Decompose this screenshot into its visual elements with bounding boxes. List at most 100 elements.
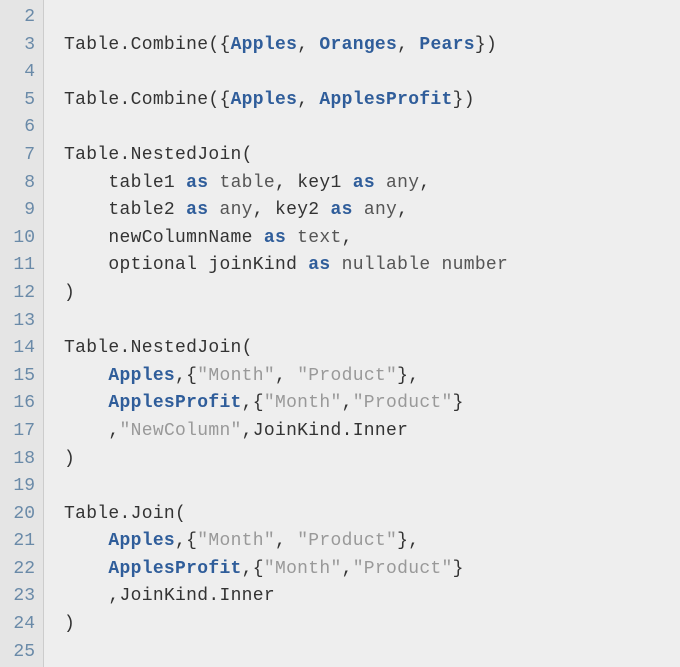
code-token: as	[353, 173, 375, 193]
code-token: .	[120, 90, 131, 110]
code-editor: 2345678910111213141516171819202122232425…	[0, 0, 680, 667]
code-token: ,	[297, 90, 319, 110]
code-token: Apples	[231, 35, 298, 55]
code-token: ,{	[175, 366, 197, 386]
code-token: as	[186, 200, 208, 220]
line-number: 6	[6, 114, 35, 142]
code-token: newColumnName	[108, 228, 263, 248]
line-number: 2	[6, 4, 35, 32]
code-line: Table.NestedJoin(	[64, 142, 668, 170]
code-token: as	[186, 173, 208, 193]
code-token: (	[175, 504, 186, 524]
code-token: })	[475, 35, 497, 55]
code-line	[64, 4, 668, 32]
code-line: newColumnName as text,	[64, 225, 668, 253]
code-token: JoinKind	[120, 586, 209, 606]
code-area: Table.Combine({Apples, Oranges, Pears}) …	[44, 0, 680, 667]
line-number: 11	[6, 252, 35, 280]
code-token: table2	[108, 200, 186, 220]
code-token: Combine	[131, 35, 209, 55]
code-line: ApplesProfit,{"Month","Product"}	[64, 556, 668, 584]
code-token	[64, 393, 108, 413]
code-token: nullable number	[331, 255, 509, 275]
line-number: 16	[6, 390, 35, 418]
code-token: ApplesProfit	[108, 559, 241, 579]
code-token	[64, 200, 108, 220]
code-line: ApplesProfit,{"Month","Product"}	[64, 390, 668, 418]
code-token: ,{	[242, 393, 264, 413]
code-token: NestedJoin	[131, 338, 242, 358]
code-token: ,	[242, 421, 253, 441]
code-token: any	[208, 200, 252, 220]
code-token: text	[286, 228, 342, 248]
line-number: 21	[6, 528, 35, 556]
code-token: JoinKind	[253, 421, 342, 441]
code-token: ,{	[242, 559, 264, 579]
code-token: )	[64, 614, 75, 634]
code-line: )	[64, 280, 668, 308]
code-line: optional joinKind as nullable number	[64, 252, 668, 280]
code-token: optional	[108, 255, 197, 275]
code-token	[64, 586, 108, 606]
code-token: "Month"	[197, 366, 275, 386]
code-token: ,	[419, 173, 430, 193]
code-token: .	[120, 35, 131, 55]
code-token: ,	[342, 393, 353, 413]
code-token: NestedJoin	[131, 145, 242, 165]
line-number: 15	[6, 363, 35, 391]
code-line	[64, 114, 668, 142]
code-token: as	[264, 228, 286, 248]
code-token: ,	[342, 559, 353, 579]
code-line	[64, 308, 668, 336]
code-line: Apples,{"Month", "Product"},	[64, 363, 668, 391]
code-token: ,	[275, 531, 297, 551]
code-line: Table.Join(	[64, 501, 668, 529]
line-number: 18	[6, 446, 35, 474]
code-token: },	[397, 531, 419, 551]
line-number: 13	[6, 308, 35, 336]
code-token: table	[208, 173, 275, 193]
code-token: },	[397, 366, 419, 386]
line-number: 4	[6, 59, 35, 87]
code-token: ,{	[175, 531, 197, 551]
code-token: )	[64, 449, 75, 469]
code-line	[64, 59, 668, 87]
code-line: )	[64, 446, 668, 474]
code-token: ,	[275, 366, 297, 386]
line-number: 22	[6, 556, 35, 584]
code-token: "Month"	[264, 393, 342, 413]
code-token: Table	[64, 338, 120, 358]
code-token: ,	[108, 421, 119, 441]
code-token: "Product"	[353, 393, 453, 413]
code-token	[64, 366, 108, 386]
code-line: ,JoinKind.Inner	[64, 583, 668, 611]
line-number-gutter: 2345678910111213141516171819202122232425	[0, 0, 44, 667]
code-token: table1	[108, 173, 186, 193]
code-token: ({	[208, 35, 230, 55]
code-token: any	[375, 173, 419, 193]
line-number: 5	[6, 87, 35, 115]
code-token: Pears	[419, 35, 475, 55]
code-token: "Product"	[297, 366, 397, 386]
line-number: 24	[6, 611, 35, 639]
line-number: 25	[6, 639, 35, 667]
line-number: 23	[6, 583, 35, 611]
code-token: )	[64, 283, 75, 303]
code-token	[64, 173, 108, 193]
code-token: ,	[342, 228, 353, 248]
code-token: Apples	[108, 366, 175, 386]
code-token: Table	[64, 145, 120, 165]
line-number: 3	[6, 32, 35, 60]
code-token	[64, 531, 108, 551]
code-token: Combine	[131, 90, 209, 110]
code-token: key2	[275, 200, 331, 220]
code-token: .	[342, 421, 353, 441]
code-token: ApplesProfit	[319, 90, 452, 110]
code-line: ,"NewColumn",JoinKind.Inner	[64, 418, 668, 446]
code-token: .	[120, 338, 131, 358]
code-line: )	[64, 611, 668, 639]
line-number: 20	[6, 501, 35, 529]
code-token: (	[242, 338, 253, 358]
code-token: ApplesProfit	[108, 393, 241, 413]
code-line: Table.Combine({Apples, Oranges, Pears})	[64, 32, 668, 60]
